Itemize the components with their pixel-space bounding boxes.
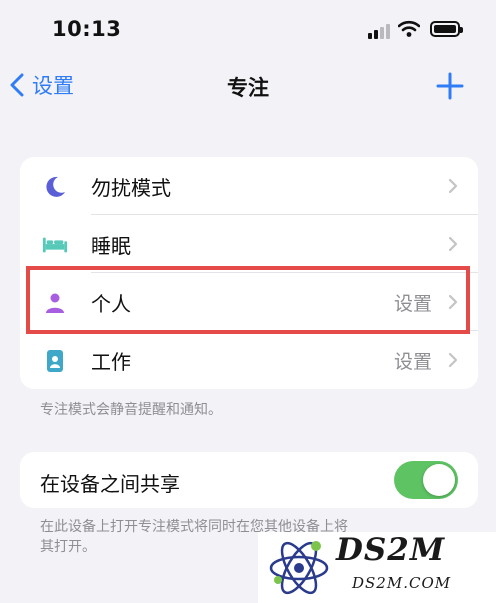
page-title: 专注	[227, 76, 269, 100]
list-item-label: 工作	[91, 349, 131, 374]
chevron-right-icon	[448, 352, 458, 368]
atom-logo-icon	[269, 541, 329, 595]
cellular-signal-icon	[368, 23, 390, 39]
bed-icon	[42, 232, 68, 258]
list-item-label: 勿扰模式	[91, 175, 171, 200]
chevron-right-icon	[448, 178, 458, 194]
watermark: DS2M DS2M.COM	[258, 532, 496, 603]
watermark-url: DS2M.COM	[352, 574, 452, 592]
navigation-bar: 设置 专注	[0, 60, 496, 110]
focus-footnote: 专注模式会静音提醒和通知。	[40, 402, 222, 418]
list-item-sleep[interactable]: 睡眠	[20, 215, 478, 273]
highlight-box	[26, 266, 470, 334]
watermark-text: DS2M	[336, 532, 446, 568]
wifi-icon	[398, 20, 420, 37]
id-badge-icon	[42, 348, 68, 374]
add-icon[interactable]	[436, 72, 464, 100]
list-item-do-not-disturb[interactable]: 勿扰模式	[20, 157, 478, 215]
status-bar: 10:13	[0, 0, 496, 60]
share-toggle[interactable]	[394, 461, 458, 499]
battery-icon	[430, 21, 463, 37]
share-label: 在设备之间共享	[40, 472, 180, 496]
share-across-devices-row: 在设备之间共享	[20, 452, 478, 508]
list-item-label: 睡眠	[91, 233, 131, 258]
status-time: 10:13	[52, 17, 122, 41]
list-item-work[interactable]: 工作 设置	[20, 331, 478, 389]
moon-icon	[42, 174, 68, 200]
chevron-right-icon	[448, 236, 458, 252]
toggle-knob	[423, 464, 455, 496]
list-item-value: 设置	[393, 350, 432, 373]
